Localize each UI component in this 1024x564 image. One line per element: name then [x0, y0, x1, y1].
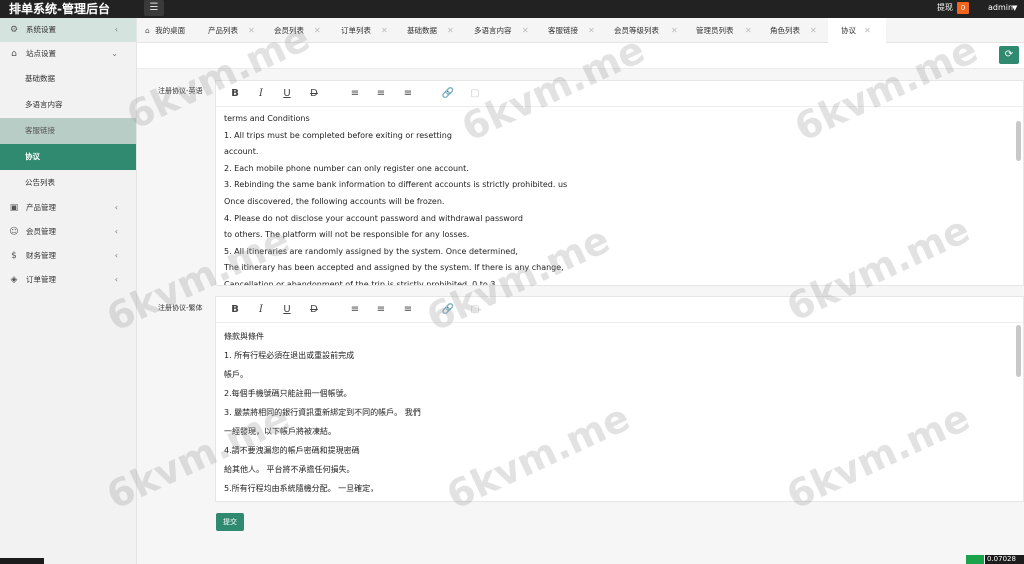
sidebar-item-label: 会员管理 — [26, 227, 56, 236]
chevron-left-icon: ‹ — [114, 227, 118, 236]
close-icon[interactable]: ✕ — [745, 18, 752, 43]
editor-line: account. — [224, 147, 259, 157]
dollar-icon: $ — [11, 251, 17, 261]
close-icon[interactable]: ✕ — [864, 18, 871, 43]
home-icon: ⌂ — [11, 49, 17, 59]
sidebar-item-label: 产品管理 — [26, 203, 56, 212]
editor-line: 2. Each mobile phone number can only reg… — [224, 163, 469, 173]
align-left-icon[interactable]: ≡ — [347, 86, 363, 102]
chevron-left-icon: ‹ — [114, 251, 118, 260]
close-icon[interactable]: ✕ — [381, 18, 388, 43]
sidebar-item-system-settings[interactable]: ⚙ 系统设置 ‹ — [0, 18, 136, 42]
editor-line: 條款與條件 — [224, 332, 264, 341]
sidebar-sub-multilang[interactable]: 多语言内容 — [0, 92, 136, 118]
editor-line: terms and Conditions — [224, 114, 310, 123]
editor-line: 1. 所有行程必須在退出或重設前完成 — [224, 351, 355, 360]
tab-label: 管理员列表 — [696, 26, 734, 35]
withdraw-count-badge: 0 — [957, 2, 969, 14]
close-icon[interactable]: ✕ — [314, 18, 321, 43]
chevron-down-icon: ⌄ — [111, 49, 118, 58]
gear-icon: ⚙ — [9, 25, 19, 35]
italic-icon[interactable]: I — [253, 302, 269, 318]
chevron-left-icon: ‹ — [114, 275, 118, 284]
bottom-strip — [0, 558, 44, 564]
home-icon: ⌂ — [145, 26, 150, 35]
cube-icon: ▣ — [9, 203, 19, 213]
chevron-down-icon[interactable]: ▼ — [1012, 2, 1017, 14]
chevron-left-icon: ‹ — [114, 203, 118, 212]
app-title: 排单系统-管理后台 — [9, 2, 110, 16]
close-icon[interactable]: ✕ — [671, 18, 678, 43]
editor-toolbar: B I U D ≡ ≡ ≡ 🔗 ▢ — [216, 297, 1023, 323]
align-center-icon[interactable]: ≡ — [373, 302, 389, 318]
speed-badge: 0.07028 — [985, 555, 1024, 564]
tab-agreement[interactable]: 协议 ✕ — [828, 18, 886, 43]
editor-line: 1. All trips must be completed before ex… — [224, 130, 452, 140]
user-menu[interactable]: admin — [988, 2, 1013, 14]
sidebar-item-orders[interactable]: ◈ 订单管理 ‹ — [0, 268, 136, 292]
link-icon[interactable]: 🔗 — [440, 86, 456, 102]
underline-icon[interactable]: U — [279, 302, 295, 318]
underline-icon[interactable]: U — [279, 86, 295, 102]
tab-role-list[interactable]: 角色列表 ✕ — [770, 18, 817, 43]
sidebar-item-finance[interactable]: $ 财务管理 ‹ — [0, 244, 136, 268]
align-left-icon[interactable]: ≡ — [347, 302, 363, 318]
tab-label: 订单列表 — [341, 26, 371, 35]
align-right-icon[interactable]: ≡ — [400, 302, 416, 318]
italic-icon[interactable]: I — [253, 86, 269, 102]
hamburger-icon[interactable]: ☰ — [144, 0, 164, 16]
close-icon[interactable]: ✕ — [447, 18, 454, 43]
sidebar-sub-notice-list[interactable]: 公告列表 — [0, 170, 136, 196]
close-icon[interactable]: ✕ — [588, 18, 595, 43]
sidebar-item-label: 系统设置 — [26, 25, 56, 34]
sidebar-sub-basic-data[interactable]: 基础数据 — [0, 66, 136, 92]
align-right-icon[interactable]: ≡ — [400, 86, 416, 102]
user-icon: ☺ — [9, 227, 19, 237]
bold-icon[interactable]: B — [227, 302, 243, 318]
tab-label: 客服链接 — [548, 26, 578, 35]
editor-line: 帳戶。 — [224, 370, 248, 379]
tab-service-link[interactable]: 客服链接 ✕ — [548, 18, 595, 43]
tab-label: 产品列表 — [208, 26, 238, 35]
chevron-left-icon: ‹ — [114, 25, 118, 34]
editor-line: 2.每個手機號碼只能註冊一個帳號。 — [224, 389, 352, 398]
withdraw-link[interactable]: 提现 — [937, 2, 953, 14]
scrollbar-thumb[interactable] — [1016, 325, 1021, 377]
tab-multilang[interactable]: 多语言内容 ✕ — [474, 18, 529, 43]
tab-desktop[interactable]: ⌂ 我的桌面 — [145, 18, 185, 43]
submit-button[interactable]: 提交 — [216, 513, 244, 531]
strikethrough-icon[interactable]: D — [306, 302, 322, 318]
editor-line: Once discovered, the following accounts … — [224, 196, 445, 206]
sidebar-sub-service-link[interactable]: 客服链接 — [0, 118, 136, 144]
sidebar-item-label: 订单管理 — [26, 275, 56, 284]
tab-order-list[interactable]: 订单列表 ✕ — [341, 18, 388, 43]
box-icon: ◈ — [10, 275, 18, 285]
sidebar-sub-agreement[interactable]: 协议 — [0, 144, 136, 170]
tab-admin-list[interactable]: 管理员列表 ✕ — [696, 18, 752, 43]
sidebar-item-label: 站点设置 — [26, 49, 56, 58]
tab-label: 多语言内容 — [474, 26, 512, 35]
sidebar-item-label: 财务管理 — [26, 251, 56, 260]
top-bar: 排单系统-管理后台 ☰ 提现 0 admin ▼ — [0, 0, 1024, 18]
network-icon — [966, 555, 984, 564]
tab-basic-data[interactable]: 基础数据 ✕ — [407, 18, 454, 43]
tab-label: 角色列表 — [770, 26, 800, 35]
refresh-icon[interactable]: ⟳ — [999, 46, 1019, 64]
tab-product-list[interactable]: 产品列表 ✕ — [208, 18, 255, 43]
editor-line: 3. Rebinding the same bank information t… — [224, 180, 568, 190]
editor-line: 5.所有行程均由系統隨機分配。 一旦確定， — [224, 484, 379, 493]
strikethrough-icon[interactable]: D — [306, 86, 322, 102]
sidebar-item-site-settings[interactable]: ⌂ 站点设置 ⌄ — [0, 42, 136, 66]
align-center-icon[interactable]: ≡ — [373, 86, 389, 102]
editor-line: 4. Please do not disclose your account p… — [224, 213, 523, 223]
scrollbar-thumb[interactable] — [1016, 121, 1021, 161]
sidebar-item-members[interactable]: ☺ 会员管理 ‹ — [0, 220, 136, 244]
tab-label: 协议 — [841, 26, 856, 35]
tab-label: 基础数据 — [407, 26, 437, 35]
close-icon[interactable]: ✕ — [810, 18, 817, 43]
tab-label: 我的桌面 — [155, 26, 186, 35]
sidebar-item-products[interactable]: ▣ 产品管理 ‹ — [0, 196, 136, 220]
close-icon[interactable]: ✕ — [522, 18, 529, 43]
